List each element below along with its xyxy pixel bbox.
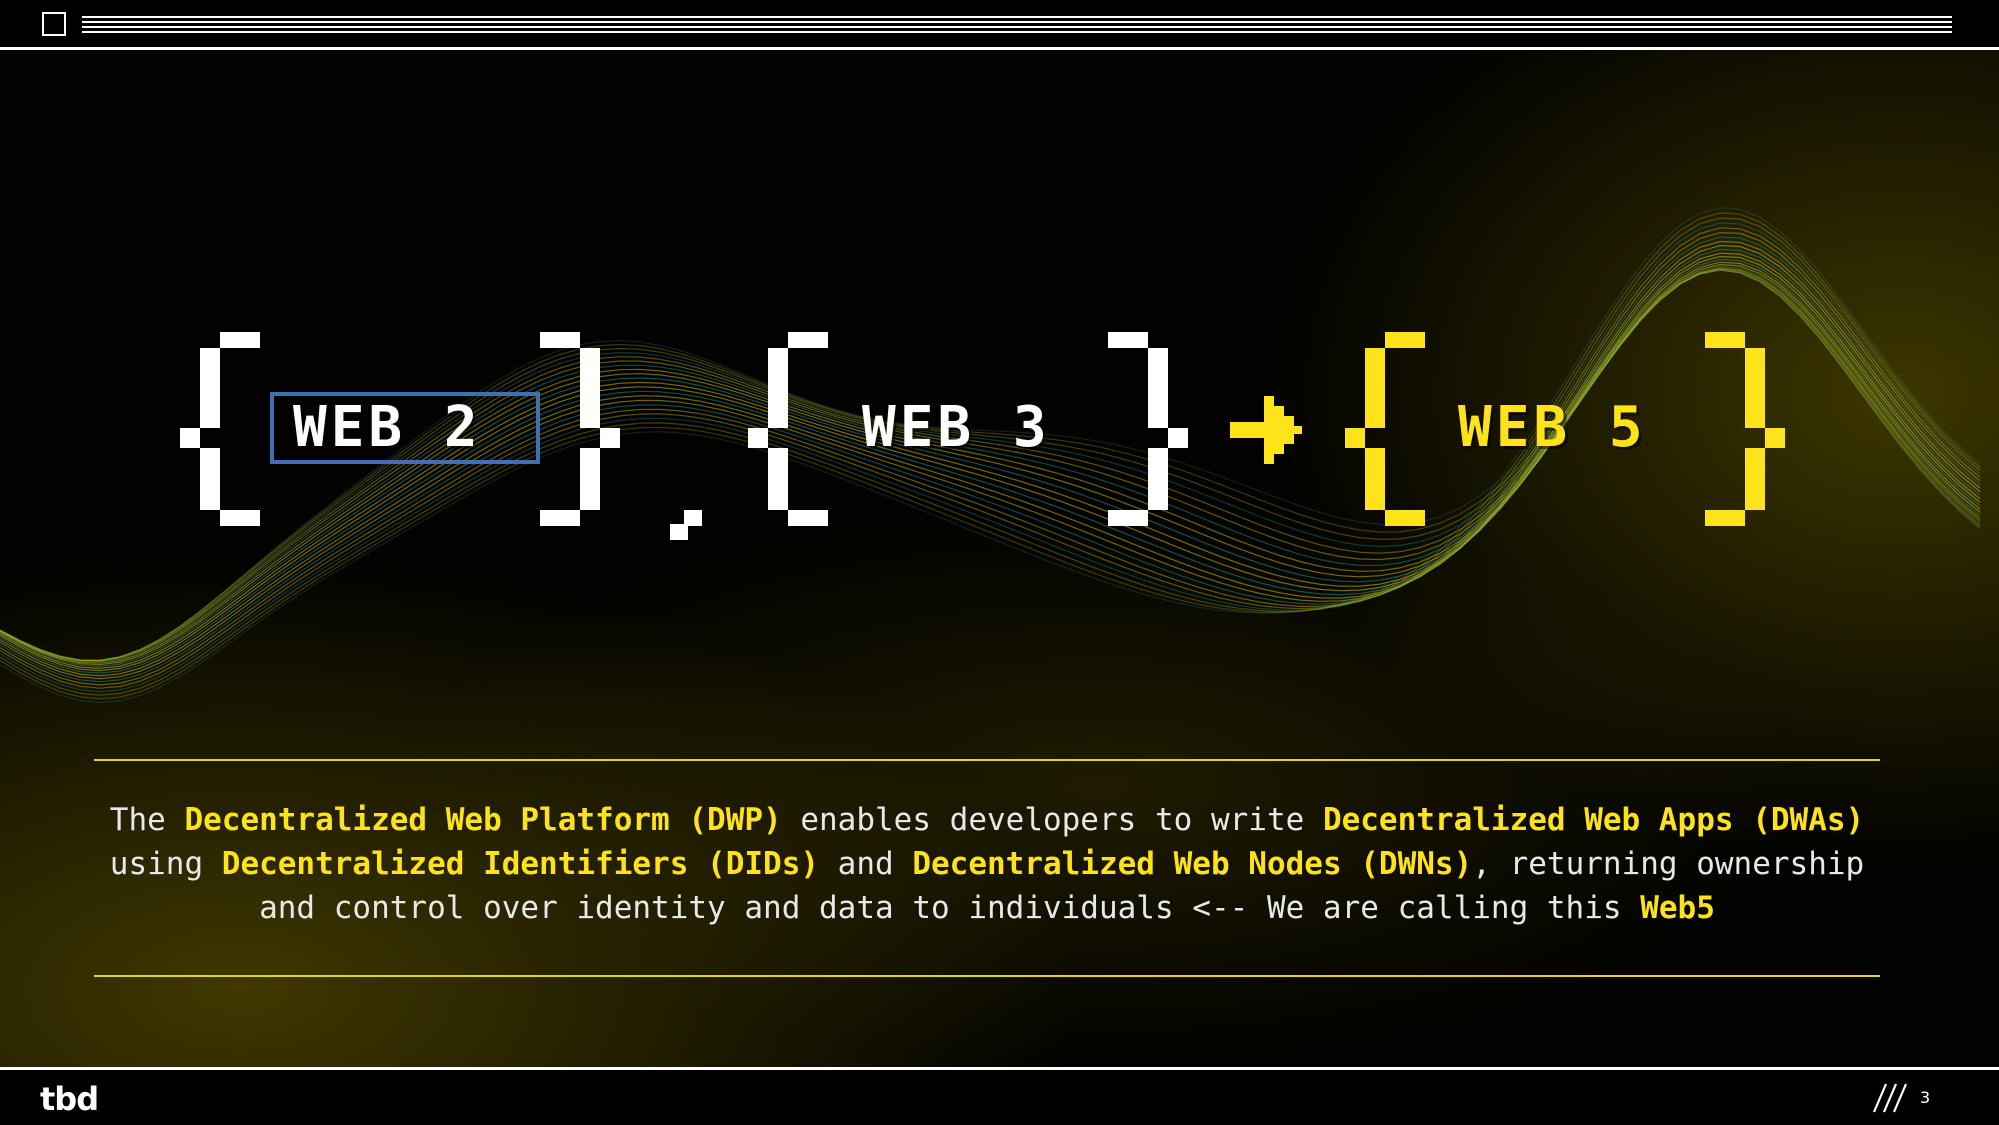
tbd-logo: tbd — [40, 1080, 99, 1118]
slide: WEB 2 WEB 3 WEB 5 The Decentralized Web … — [0, 0, 1999, 1125]
term-dids: Decentralized Identifiers (DIDs) — [221, 846, 820, 882]
page-number: 3 — [1920, 1088, 1931, 1107]
desc-text: , returning ownership — [1472, 846, 1865, 882]
slashes-icon — [1872, 1083, 1908, 1113]
bracket-left-web5 — [1345, 332, 1425, 526]
description-text: The Decentralized Web Platform (DWP) ena… — [94, 798, 1880, 930]
desc-text: using — [109, 846, 222, 882]
bracket-right-web5 — [1705, 332, 1785, 526]
desc-text: and — [819, 846, 913, 882]
bracket-right-web2 — [540, 332, 620, 526]
web3-label: WEB 3 — [862, 395, 1051, 460]
web5-label: WEB 5 — [1458, 395, 1647, 460]
desc-text: enables developers to write — [781, 802, 1323, 838]
bottom-bar: tbd 3 — [0, 1067, 1999, 1125]
comma-separator — [670, 510, 702, 540]
divider-top — [94, 759, 1880, 761]
web2-label: WEB 2 — [293, 395, 482, 460]
term-dwp: Decentralized Web Platform (DWP) — [184, 802, 782, 838]
desc-text: and control over identity and data to in… — [259, 890, 1641, 926]
bracket-right-web3 — [1108, 332, 1188, 526]
bracket-left-web2 — [180, 332, 260, 526]
term-web5: Web5 — [1640, 890, 1715, 926]
hero: WEB 2 WEB 3 WEB 5 — [0, 0, 1999, 600]
arrow-right-icon — [1230, 396, 1302, 464]
bracket-left-web3 — [748, 332, 828, 526]
term-dwns: Decentralized Web Nodes (DWNs) — [912, 846, 1473, 882]
desc-text: The — [109, 802, 185, 838]
term-dwas: Decentralized Web Apps (DWAs) — [1322, 802, 1865, 838]
divider-bottom — [94, 975, 1880, 977]
